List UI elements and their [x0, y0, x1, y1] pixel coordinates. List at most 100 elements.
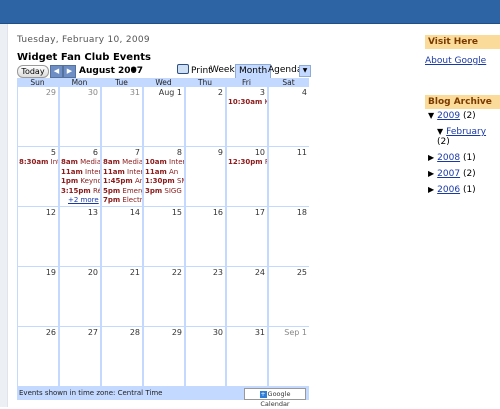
day-number: 17 [254, 208, 265, 217]
day-cell[interactable]: 68am Media R11am Intervi1pm Keynote3:15p… [60, 147, 100, 206]
archive-year-link[interactable]: 2008 [437, 153, 460, 163]
day-cell[interactable]: 26 [18, 327, 58, 386]
day-cell[interactable]: 30 [60, 87, 100, 146]
event-title: Media R [80, 158, 100, 166]
day-cell[interactable]: 58:30am Intro [18, 147, 58, 206]
day-cell[interactable]: 29 [18, 87, 58, 146]
today-button[interactable]: Today [17, 65, 49, 78]
day-cell[interactable]: 2 [186, 87, 225, 146]
day-cell[interactable]: 27 [60, 327, 100, 386]
day-cell[interactable]: Sep 1 [269, 327, 309, 386]
calendar-event[interactable]: 12:30pm Fly I [228, 158, 267, 167]
calendar-event[interactable]: 3pm SIGG [145, 187, 182, 196]
day-cell[interactable]: 78am Media B11am Intervi1:45pm Anyo5pm E… [102, 147, 142, 206]
archive-month-link[interactable]: February [446, 127, 486, 137]
day-cell[interactable]: 31 [227, 327, 267, 386]
day-number: 6 [92, 148, 98, 157]
day-cell[interactable]: 11 [269, 147, 309, 206]
event-time: 10:30am [228, 98, 263, 106]
weekday-header-5: Fri [242, 78, 251, 87]
day-cell[interactable]: Aug 1 [144, 87, 184, 146]
calendar-event[interactable]: 11am An [145, 168, 178, 177]
event-time: 11am [145, 167, 167, 176]
calendar-event[interactable]: 7pm Electron [103, 196, 142, 205]
day-cell[interactable]: 12 [18, 207, 58, 266]
day-number: 8 [176, 148, 182, 157]
event-time: 11am [61, 167, 83, 176]
calendar-event[interactable]: 11am Intervi [61, 168, 100, 177]
day-cell[interactable]: 15 [144, 207, 184, 266]
day-cell[interactable]: 29 [144, 327, 184, 386]
post-title: Widget Fan Club Events [17, 52, 151, 63]
prev-month-button[interactable]: ◀ [50, 65, 63, 78]
more-events-link[interactable]: +2 more [68, 196, 99, 204]
event-time: 1:30pm [145, 177, 175, 185]
archive-count: (2) [462, 169, 476, 179]
day-cell[interactable]: 4 [269, 87, 309, 146]
archive-year-link[interactable]: 2007 [437, 169, 460, 179]
day-number: 30 [212, 328, 223, 337]
calendar-event[interactable]: 10am Intervi [145, 158, 184, 167]
left-margin-strip [0, 24, 8, 407]
calendar-event[interactable]: 8am Media R [61, 158, 100, 167]
calendar-event[interactable]: 11am Intervi [103, 168, 142, 177]
triangle-right-icon[interactable]: ▶ [428, 169, 434, 178]
day-number: 25 [296, 268, 307, 277]
calendar-event[interactable]: 1:30pm SMIL [145, 177, 184, 186]
day-number: 4 [301, 88, 307, 97]
day-cell[interactable]: 16 [186, 207, 225, 266]
day-cell[interactable]: 20 [60, 267, 100, 326]
day-cell[interactable]: 310:30am Kan [227, 87, 267, 146]
calendar-event[interactable]: 1pm Keynote [61, 177, 100, 186]
archive-year-link[interactable]: 2009 [437, 111, 460, 121]
archive-year-link[interactable]: 2006 [437, 185, 460, 195]
triangle-down-icon[interactable]: ▼ [437, 127, 443, 136]
event-time: 11am [103, 167, 125, 176]
triangle-right-icon[interactable]: ▶ [428, 153, 434, 162]
about-google-link[interactable]: About Google [425, 56, 486, 66]
day-cell[interactable]: 28 [102, 327, 142, 386]
view-options-dropdown-icon[interactable]: ▼ [299, 65, 311, 77]
day-cell[interactable]: 9 [186, 147, 225, 206]
day-number: 29 [45, 88, 56, 97]
day-cell[interactable]: 810am Intervi11am An1:30pm SMIL3pm SIGG [144, 147, 184, 206]
day-cell[interactable]: 1012:30pm Fly I [227, 147, 267, 206]
day-cell[interactable]: 25 [269, 267, 309, 326]
triangle-down-icon[interactable]: ▼ [428, 111, 434, 120]
day-cell[interactable]: 31 [102, 87, 142, 146]
day-cell[interactable]: 21 [102, 267, 142, 326]
day-cell[interactable]: 18 [269, 207, 309, 266]
event-time: 8:30am [19, 158, 49, 166]
month-picker-caret-icon[interactable]: ▼ [131, 66, 136, 74]
calendar-toolbar: Today ◀ ▶ August 2007 ▼ Print Week Month… [17, 63, 311, 79]
event-title: Intervi [127, 167, 142, 176]
event-title: Emergi [122, 186, 142, 195]
day-cell[interactable]: 24 [227, 267, 267, 326]
calendar-event[interactable]: 5pm Emergi [103, 187, 142, 196]
calendar-event[interactable]: 8am Media B [103, 158, 142, 167]
tab-week[interactable]: Week [207, 64, 238, 77]
day-cell[interactable]: 17 [227, 207, 267, 266]
calendar-event[interactable]: 8:30am Intro [19, 158, 58, 167]
calendar-event[interactable]: 1:45pm Anyo [103, 177, 142, 186]
day-cell[interactable]: 30 [186, 327, 225, 386]
day-cell[interactable]: 19 [18, 267, 58, 326]
day-number: 15 [171, 208, 182, 217]
day-number: 12 [45, 208, 56, 217]
chevron-left-icon: ◀ [53, 67, 60, 75]
day-number: 10 [254, 148, 265, 157]
day-cell[interactable]: 22 [144, 267, 184, 326]
day-cell[interactable]: 14 [102, 207, 142, 266]
day-number: 19 [45, 268, 56, 277]
day-cell[interactable]: 13 [60, 207, 100, 266]
calendar-event[interactable]: 10:30am Kan [228, 98, 267, 107]
triangle-right-icon[interactable]: ▶ [428, 185, 434, 194]
google-calendar-button[interactable]: + Google Calendar [244, 388, 306, 408]
calendar-event[interactable]: 3:15pm Résu [61, 187, 100, 196]
chevron-right-icon: ▶ [66, 67, 73, 75]
next-month-button[interactable]: ▶ [63, 65, 76, 78]
timezone-note: Events shown in time zone: Central Time [19, 389, 163, 397]
day-cell[interactable]: 23 [186, 267, 225, 326]
event-title: Electron [122, 196, 142, 204]
day-number: 13 [87, 208, 98, 217]
